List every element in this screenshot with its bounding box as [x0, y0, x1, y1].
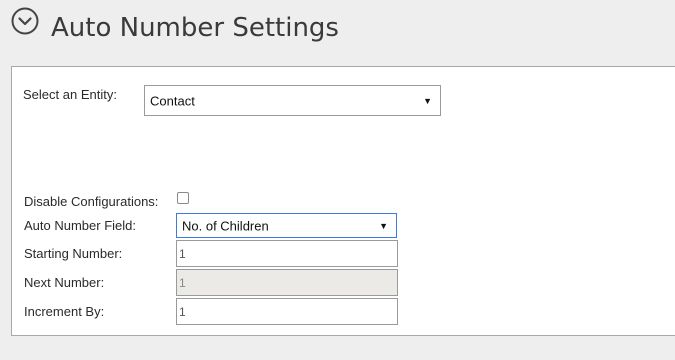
starting-number-input[interactable] — [176, 240, 398, 267]
entity-select-value: Contact — [150, 93, 195, 108]
increment-by-input[interactable] — [176, 298, 398, 325]
entity-label: Select an Entity: — [23, 87, 117, 102]
disable-configurations-label: Disable Configurations: — [24, 194, 159, 209]
disable-configurations-checkbox[interactable] — [177, 192, 189, 204]
next-number-input — [176, 269, 398, 296]
auto-number-field-label: Auto Number Field: — [24, 218, 136, 233]
auto-number-field-select[interactable]: No. of Children ▼ — [176, 213, 397, 238]
dropdown-arrow-icon: ▼ — [423, 95, 432, 106]
settings-panel: Select an Entity: Contact ▼ Disable Conf… — [11, 66, 675, 336]
page-header: Auto Number Settings — [0, 0, 675, 62]
starting-number-label: Starting Number: — [24, 246, 123, 261]
entity-select[interactable]: Contact ▼ — [144, 85, 441, 116]
collapse-button[interactable] — [11, 7, 39, 35]
dropdown-arrow-icon: ▼ — [379, 220, 388, 231]
chevron-circle-down-icon — [11, 7, 39, 35]
increment-by-label: Increment By: — [24, 304, 105, 319]
page-title: Auto Number Settings — [51, 13, 339, 43]
next-number-label: Next Number: — [24, 275, 105, 290]
auto-number-field-value: No. of Children — [182, 218, 269, 233]
